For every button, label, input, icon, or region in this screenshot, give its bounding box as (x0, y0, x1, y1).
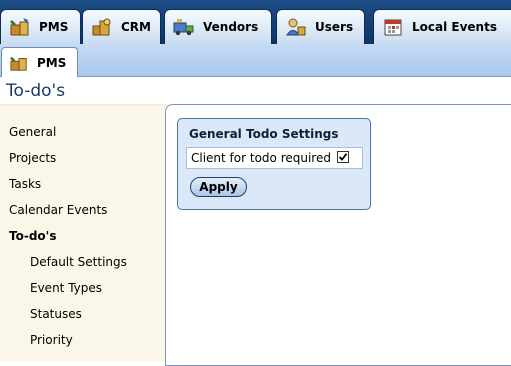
sidebar: General Projects Tasks Calendar Events T… (0, 106, 167, 361)
page-title: To-do's (6, 81, 66, 101)
tab-users[interactable]: Users (276, 9, 365, 44)
client-required-row: Client for todo required (186, 147, 363, 169)
sub-tab-bar: PMS (0, 44, 511, 77)
checkmark-icon (338, 153, 348, 161)
tab-local-events[interactable]: Local Events (373, 9, 511, 44)
sidebar-item-default-settings[interactable]: Default Settings (30, 255, 127, 269)
sidebar-item-calendar-events[interactable]: Calendar Events (9, 203, 107, 217)
subtab-label: PMS (37, 55, 67, 70)
tab-pms[interactable]: PMS (0, 9, 81, 44)
sidebar-item-projects[interactable]: Projects (9, 151, 56, 165)
crm-icon (91, 17, 113, 37)
subtab-pms[interactable]: PMS (1, 47, 78, 77)
tab-label: Users (315, 20, 354, 34)
settings-title: General Todo Settings (189, 127, 339, 141)
tab-crm[interactable]: CRM (82, 9, 161, 44)
sidebar-item-priority[interactable]: Priority (30, 333, 73, 347)
users-icon (285, 17, 307, 37)
general-todo-settings-panel: General Todo Settings Client for todo re… (177, 118, 371, 210)
vendors-icon (173, 17, 195, 37)
sidebar-item-event-types[interactable]: Event Types (30, 281, 102, 295)
sidebar-item-general[interactable]: General (9, 125, 56, 139)
local-events-icon (382, 17, 404, 37)
tab-vendors[interactable]: Vendors (164, 9, 272, 44)
tab-label: CRM (121, 20, 151, 34)
apply-button[interactable]: Apply (190, 177, 247, 197)
sidebar-item-todos[interactable]: To-do's (9, 229, 56, 243)
tab-label: PMS (39, 20, 69, 34)
client-required-checkbox[interactable] (337, 151, 349, 163)
pms-icon (9, 17, 31, 37)
top-tab-bar: PMS CRM Vendors Users Local Events (0, 0, 511, 44)
client-required-label: Client for todo required (191, 151, 331, 165)
tab-label: Vendors (203, 20, 259, 34)
tab-label: Local Events (412, 20, 497, 34)
pms-icon (9, 54, 29, 72)
sidebar-item-statuses[interactable]: Statuses (30, 307, 82, 321)
sidebar-item-tasks[interactable]: Tasks (9, 177, 41, 191)
